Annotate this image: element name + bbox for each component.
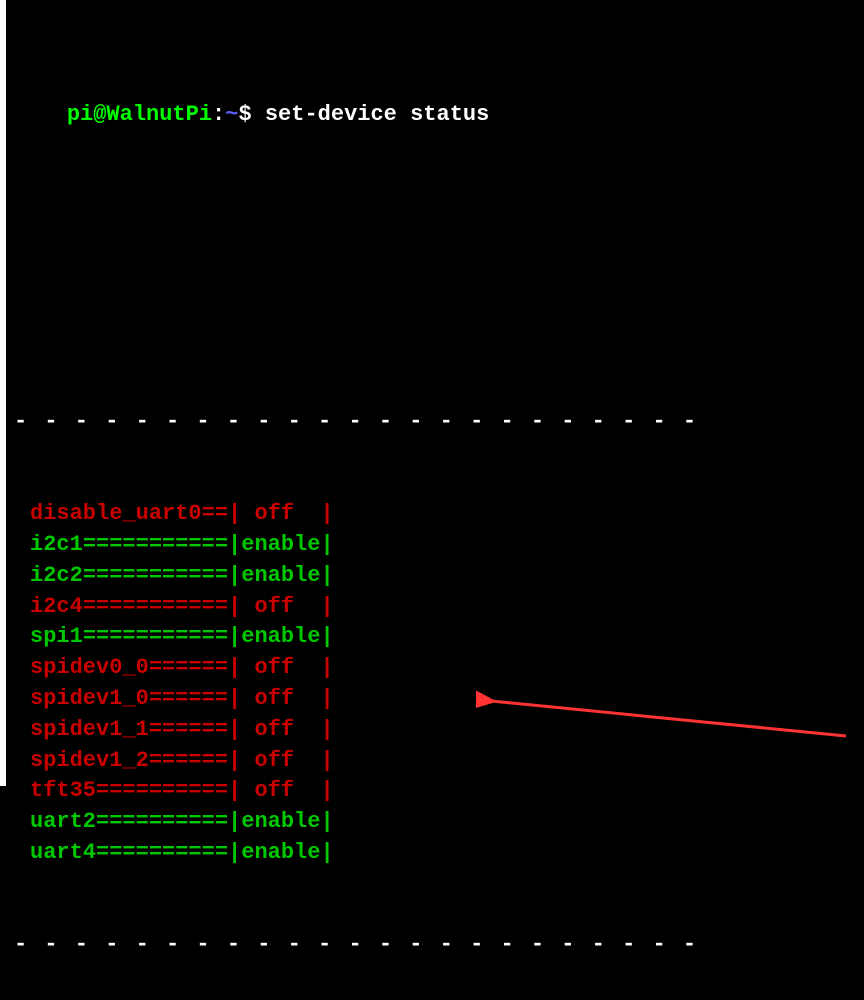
device-status: enable (241, 838, 320, 869)
pipe-left: | (228, 684, 241, 715)
device-status: off (241, 715, 320, 746)
device-row: uart2==========|enable| (14, 807, 856, 838)
pipe-left: | (228, 838, 241, 869)
pipe-right: | (320, 499, 333, 530)
filler: == (202, 499, 228, 530)
pipe-left: | (228, 530, 241, 561)
device-status: off (241, 499, 320, 530)
pipe-right: | (320, 561, 333, 592)
filler: ====== (149, 653, 228, 684)
device-name: spidev0_0 (30, 653, 149, 684)
device-status-list: disable_uart0==| off |i2c1===========|en… (14, 499, 856, 869)
device-row: spidev0_0======| off | (14, 653, 856, 684)
pipe-left: | (228, 561, 241, 592)
pipe-left: | (228, 715, 241, 746)
device-name: i2c2 (30, 561, 83, 592)
device-name: spidev1_1 (30, 715, 149, 746)
device-name: i2c4 (30, 592, 83, 623)
device-status: off (241, 776, 320, 807)
device-row: spidev1_2======| off | (14, 746, 856, 777)
device-row: i2c4===========| off | (14, 592, 856, 623)
filler: ====== (149, 746, 228, 777)
prompt-colon: : (212, 102, 225, 127)
device-row: i2c2===========|enable| (14, 561, 856, 592)
command-text: set-device status (265, 102, 489, 127)
device-name: tft35 (30, 776, 96, 807)
filler: =========== (83, 561, 228, 592)
filler: =========== (83, 530, 228, 561)
device-row: spidev1_1======| off | (14, 715, 856, 746)
prompt-dollar: $ (238, 102, 251, 127)
device-status: off (241, 746, 320, 777)
filler: =========== (83, 592, 228, 623)
filler: ====== (149, 684, 228, 715)
device-status: enable (241, 622, 320, 653)
blank-line (14, 315, 856, 345)
pipe-right: | (320, 776, 333, 807)
pipe-left: | (228, 622, 241, 653)
pipe-right: | (320, 838, 333, 869)
device-row: disable_uart0==| off | (14, 499, 856, 530)
device-row: uart4==========|enable| (14, 838, 856, 869)
pipe-right: | (320, 622, 333, 653)
device-status: off (241, 653, 320, 684)
pipe-left: | (228, 776, 241, 807)
device-status: enable (241, 561, 320, 592)
device-row: i2c1===========|enable| (14, 530, 856, 561)
separator-top: - - - - - - - - - - - - - - - - - - - - … (14, 407, 856, 438)
device-row: spi1===========|enable| (14, 622, 856, 653)
device-row: tft35==========| off | (14, 776, 856, 807)
device-name: i2c1 (30, 530, 83, 561)
filler: ========== (96, 776, 228, 807)
pipe-right: | (320, 684, 333, 715)
prompt-line: pi@WalnutPi:~$ set-device status (14, 70, 856, 162)
device-name: uart4 (30, 838, 96, 869)
device-status: enable (241, 530, 320, 561)
pipe-left: | (228, 653, 241, 684)
device-name: spidev1_0 (30, 684, 149, 715)
filler: =========== (83, 622, 228, 653)
device-row: spidev1_0======| off | (14, 684, 856, 715)
pipe-left: | (228, 592, 241, 623)
pipe-right: | (320, 807, 333, 838)
prompt-user: pi@WalnutPi (67, 102, 212, 127)
device-name: spi1 (30, 622, 83, 653)
device-name: spidev1_2 (30, 746, 149, 777)
pipe-right: | (320, 530, 333, 561)
pipe-right: | (320, 746, 333, 777)
device-status: off (241, 592, 320, 623)
terminal-output: pi@WalnutPi:~$ set-device status - - - -… (6, 0, 864, 1000)
pipe-left: | (228, 746, 241, 777)
prompt-path: ~ (225, 102, 238, 127)
pipe-left: | (228, 499, 241, 530)
pipe-right: | (320, 715, 333, 746)
device-name: uart2 (30, 807, 96, 838)
blank-line (14, 224, 856, 254)
filler: ========== (96, 807, 228, 838)
device-name: disable_uart0 (30, 499, 202, 530)
filler: ========== (96, 838, 228, 869)
device-status: enable (241, 807, 320, 838)
pipe-left: | (228, 807, 241, 838)
device-status: off (241, 684, 320, 715)
pipe-right: | (320, 592, 333, 623)
filler: ====== (149, 715, 228, 746)
pipe-right: | (320, 653, 333, 684)
separator-bottom: - - - - - - - - - - - - - - - - - - - - … (14, 930, 856, 961)
